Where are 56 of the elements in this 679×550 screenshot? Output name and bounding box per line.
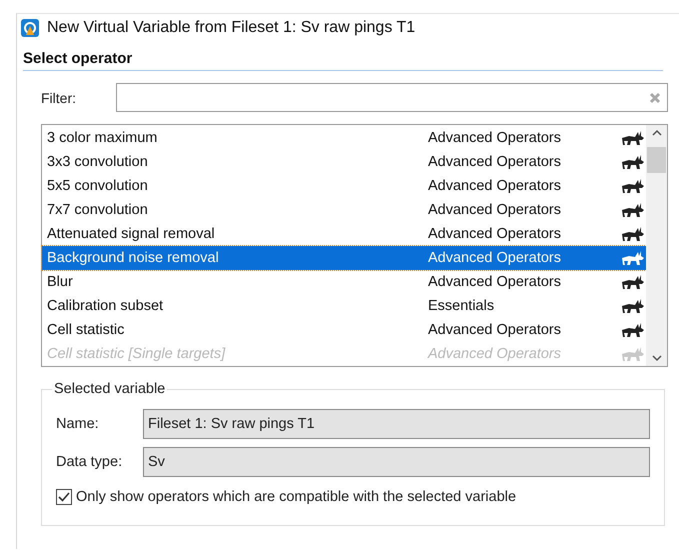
operator-name: Cell statistic [Single targets]: [47, 346, 226, 362]
field-label: Data type:: [56, 454, 124, 470]
operator-category: Advanced Operators: [428, 274, 562, 290]
operator-row[interactable]: 7x7 convolution Advanced Operators: [42, 198, 646, 222]
rabbit-icon: [621, 154, 645, 170]
rabbit-icon: [621, 298, 645, 314]
operator-name: 3x3 convolution: [47, 154, 149, 170]
filter-field[interactable]: [116, 83, 668, 112]
operator-row[interactable]: 3 color maximum Advanced Operators: [42, 126, 646, 150]
operator-row[interactable]: 3x3 convolution Advanced Operators: [42, 150, 646, 174]
rabbit-icon: [621, 202, 645, 218]
scroll-up-icon[interactable]: [652, 129, 662, 136]
section-heading: Select operator: [23, 50, 663, 71]
operator-row[interactable]: Background noise removal Advanced Operators: [42, 246, 646, 270]
operator-row[interactable]: Blur Advanced Operators: [42, 270, 646, 294]
operator-category: Advanced Operators: [428, 130, 562, 146]
operator-category: Advanced Operators: [428, 202, 562, 218]
rabbit-icon: [621, 130, 645, 146]
readonly-field[interactable]: Sv: [143, 447, 650, 477]
rabbit-icon: [621, 178, 645, 194]
rabbit-icon: [621, 322, 645, 338]
operator-name: Blur: [47, 274, 74, 290]
operator-name: Cell statistic: [47, 322, 126, 338]
group-title: Selected variable: [53, 381, 166, 397]
clear-icon[interactable]: [649, 92, 661, 104]
operator-category: Advanced Operators: [428, 346, 562, 362]
operator-row[interactable]: Attenuated signal removal Advanced Operators: [42, 222, 646, 246]
operator-name: 5x5 convolution: [47, 178, 149, 194]
scroll-down-icon[interactable]: [652, 355, 662, 362]
scrollbar[interactable]: [646, 125, 667, 366]
operator-row[interactable]: 5x5 convolution Advanced Operators: [42, 174, 646, 198]
app-logo-icon: [21, 19, 39, 37]
rabbit-icon: [621, 250, 645, 266]
field-label: Name:: [56, 416, 100, 432]
operator-category: Advanced Operators: [428, 226, 562, 242]
checkbox-label: Only show operators which are compatible with the selected variable: [76, 489, 516, 505]
scroll-thumb[interactable]: [647, 147, 666, 173]
operator-category: Advanced Operators: [428, 154, 562, 170]
filter-label: Filter:: [41, 90, 77, 106]
rabbit-icon: [621, 226, 645, 242]
operator-name: 7x7 convolution: [47, 202, 149, 218]
operator-name: 3 color maximum: [47, 130, 158, 146]
rabbit-icon: [621, 274, 645, 290]
operator-name: Attenuated signal removal: [47, 226, 216, 242]
readonly-field[interactable]: Fileset 1: Sv raw pings T1: [143, 409, 650, 439]
operator-category: Advanced Operators: [428, 178, 562, 194]
window-title: New Virtual Variable from Fileset 1: Sv raw pings T1: [47, 19, 416, 37]
operator-name: Background noise removal: [47, 250, 220, 266]
operator-row[interactable]: Cell statistic Advanced Operators: [42, 318, 646, 342]
operator-category: Advanced Operators: [428, 322, 562, 338]
operator-category: Essentials: [428, 298, 496, 314]
operator-name: Calibration subset: [47, 298, 164, 314]
operator-row[interactable]: Calibration subset Essentials: [42, 294, 646, 318]
checkbox[interactable]: [56, 489, 72, 505]
rabbit-icon: [621, 346, 645, 362]
operator-category: Advanced Operators: [428, 250, 562, 266]
